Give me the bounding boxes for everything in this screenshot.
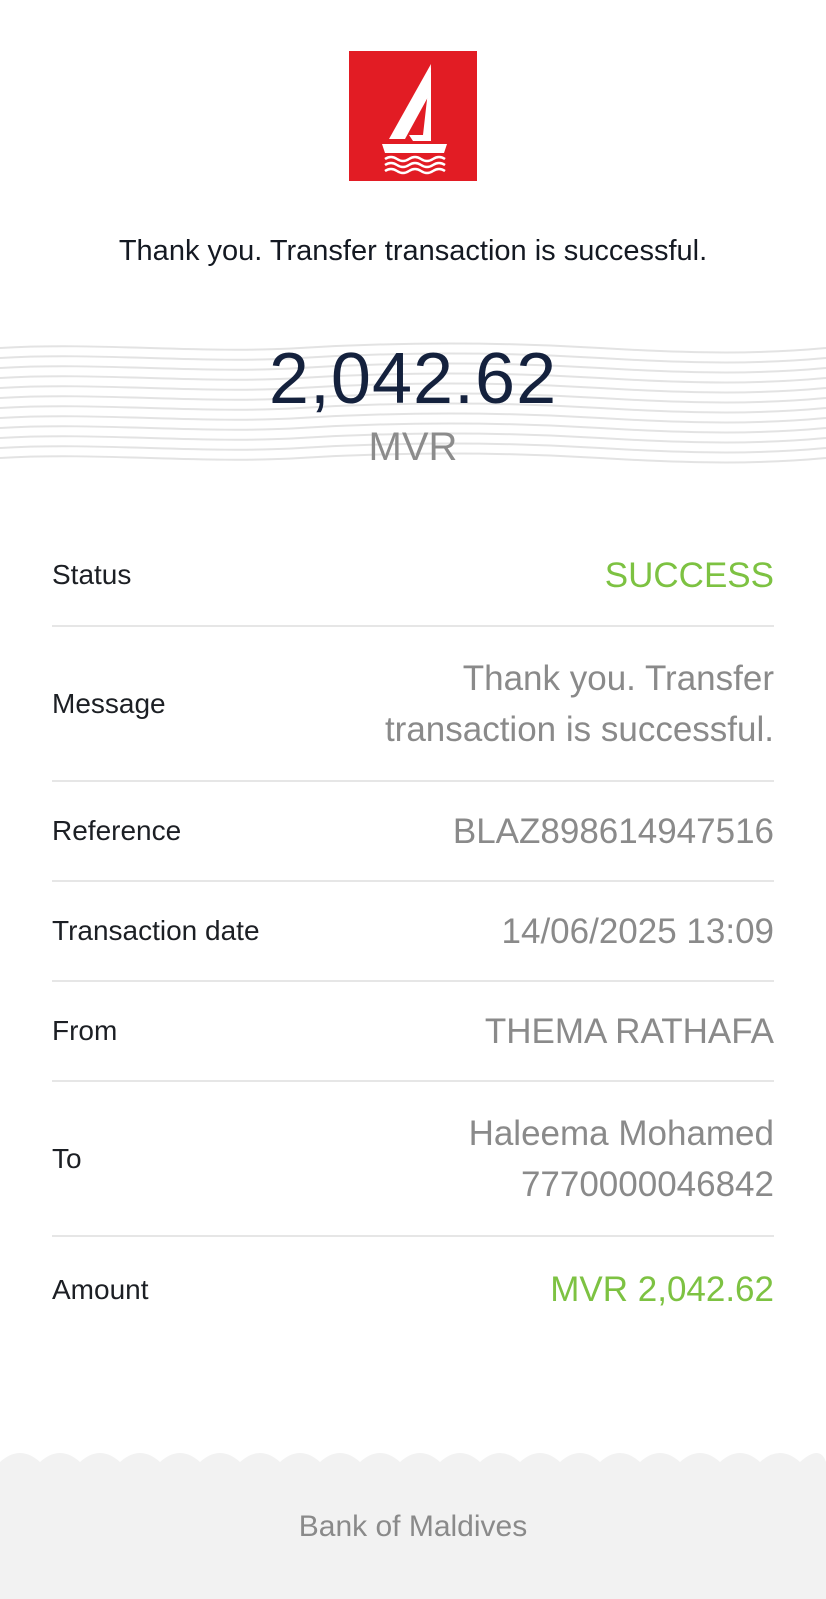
transaction-date-value: 14/06/2025 13:09 [501, 911, 774, 951]
transaction-details: Status SUCCESS Message Thank you. Transf… [52, 525, 774, 1342]
amount-value: MVR 2,042.62 [550, 1270, 774, 1309]
bank-logo [349, 51, 477, 181]
transfer-amount: 2,042.62 [268, 339, 558, 419]
transaction-date-label: Transaction date [52, 915, 260, 946]
status-value: SUCCESS [604, 555, 774, 595]
message-label: Message [52, 687, 166, 719]
amount-label: Amount [52, 1273, 149, 1305]
detail-row-transaction-date: Transaction date 14/06/2025 13:09 [52, 882, 774, 982]
detail-row-reference: Reference BLAZ898614947516 [52, 782, 774, 882]
to-account-number: 7770000046842 [520, 1164, 774, 1204]
from-label: From [52, 1015, 118, 1046]
detail-row-amount: Amount MVR 2,042.62 [52, 1237, 774, 1342]
detail-row-status: Status SUCCESS [52, 525, 774, 627]
reference-value: BLAZ898614947516 [452, 811, 774, 851]
reference-label: Reference [52, 815, 182, 846]
success-headline: Thank you. Transfer transaction is succe… [118, 235, 708, 267]
status-label: Status [52, 559, 132, 590]
message-value: Thank you. Transfer transaction is succe… [384, 658, 774, 749]
detail-row-message: Message Thank you. Transfer transaction … [52, 627, 774, 782]
from-value: THEMA RATHAFA [484, 1011, 774, 1051]
transfer-currency: MVR [368, 425, 458, 469]
detail-row-from: From THEMA RATHAFA [52, 982, 774, 1082]
footer-bank-name: Bank of Maldives [298, 1510, 528, 1543]
to-name: Haleema Mohamed [468, 1113, 774, 1153]
sailboat-logo-icon [349, 51, 477, 181]
to-value: Haleema Mohamed 7770000046842 [469, 1108, 774, 1210]
to-label: To [52, 1142, 82, 1174]
detail-row-to: To Haleema Mohamed 7770000046842 [52, 1082, 774, 1237]
footer-zigzag-edge [0, 1450, 826, 1474]
